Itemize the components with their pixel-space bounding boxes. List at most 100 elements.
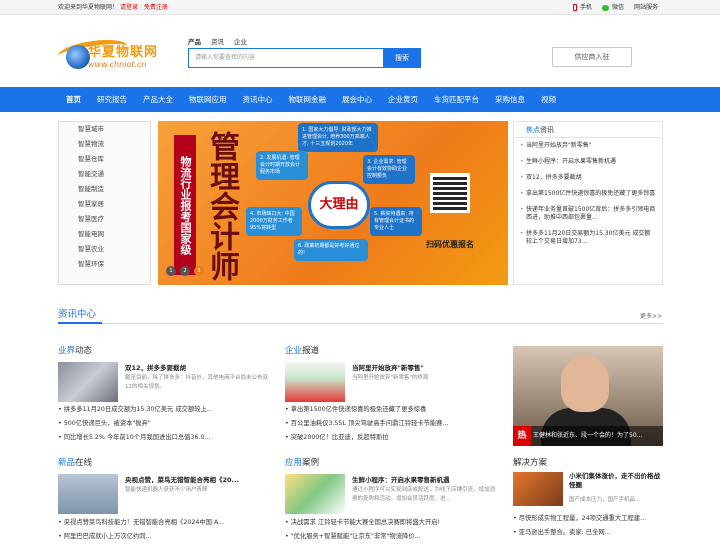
list-item[interactable]: • 500亿快递巨头，被资本"抛弃" [58, 417, 273, 431]
phone-link[interactable]: 手机 [572, 0, 592, 15]
login-link[interactable]: 请登录 [120, 4, 138, 11]
newproduct-summary: 智能快递机器人获获不少用户青睐 [125, 487, 208, 493]
focus-news-item[interactable]: 生鲜小程序：开启水果零售新机遇 [520, 158, 656, 166]
banner-center-badge: 大理由 [308, 181, 370, 229]
list-item[interactable]: • 拼多多11月20日成交额为15.30亿美元 成交额较上... [58, 403, 273, 417]
logo-text-en: www.chniot.cn [88, 60, 147, 69]
enterprise-title-highlight: 企业 [285, 346, 303, 356]
industry-thumbnail[interactable] [58, 362, 118, 402]
sidebar-item-smart-medical[interactable]: 智慧医疗 [59, 212, 150, 227]
banner-pagination: 1 2 3 [166, 266, 204, 276]
sidebar-item-smart-grid[interactable]: 智能电网 [59, 227, 150, 242]
focus-news-item[interactable]: 双12，拼多多要截胡 [520, 174, 656, 182]
feature-photo-face [561, 356, 609, 412]
wechat-icon [601, 4, 609, 11]
newproduct-title-highlight: 新品 [58, 458, 76, 468]
banner-headline: 管理会计师 [204, 131, 239, 281]
register-link[interactable]: 免费注册 [144, 4, 168, 11]
welcome-area: 欢迎来到华夏物联网！ 请登录 | 免费注册 [58, 4, 168, 11]
industry-headline[interactable]: 双12，拼多多要截胡 [125, 362, 273, 372]
solutions-block: 解决方案 小米们集体涨价，走不出价格战怪圈 国产成本压力，国产手机品... • … [513, 456, 663, 540]
sidebar-item-smart-environment[interactable]: 智慧环保 [59, 257, 150, 272]
nav-finance[interactable]: 物联网金融 [281, 87, 335, 112]
search-tab-companies[interactable]: 企业 [234, 36, 247, 46]
industry-title-highlight: 业界 [58, 346, 76, 356]
list-item[interactable]: • 同比增长5.2% 今年前10个月我国进出口总值36.0... [58, 431, 273, 445]
industry-title-rest: 动态 [75, 346, 93, 356]
enterprise-title: 企业报道 [285, 344, 500, 356]
list-item[interactable]: • 尽快形成实物工程量，24项交通重大工程建... [513, 512, 663, 526]
search-input[interactable]: 请输入你要查找的内容 [188, 48, 384, 68]
industry-news-block: 业界动态 双12，拼多多要截胡 截至目前，除了拼多多：抖音外，其他电商平台尚未公… [58, 344, 273, 444]
banner-dot-3[interactable]: 3 [194, 266, 204, 276]
nav-home[interactable]: 首页 [58, 87, 89, 112]
list-item[interactable]: • 亚马逊出手整合。卖家: 已全网... [513, 526, 663, 540]
sidebar-item-smart-traffic[interactable]: 智能交通 [59, 167, 150, 182]
search-tab-products[interactable]: 产品 [188, 36, 201, 46]
banner-dot-2[interactable]: 2 [180, 266, 190, 276]
new-products-block: 新品在线 央视点赞，菜鸟无错智能合亮相《20... 智能快递机器人获获不少用户青… [58, 456, 273, 540]
enterprise-title-rest: 报道 [302, 346, 320, 356]
nav-video[interactable]: 视频 [533, 87, 564, 112]
news-more-link[interactable]: 更多>> [640, 311, 662, 320]
promo-banner[interactable]: 物流行业报考国家级 管理会计师 1. 国家大力倡导: 财政部大力推进管理会计, … [158, 121, 508, 285]
nav-research[interactable]: 研究报告 [89, 87, 135, 112]
newproduct-headline[interactable]: 央视点赞，菜鸟无错智能合亮相《20... [125, 474, 273, 484]
newproduct-title: 新品在线 [58, 456, 273, 468]
feature-photo[interactable]: 王健林和张近东、段一个会的！为了50... 热 [513, 346, 663, 446]
list-item[interactable]: • 决战需求 江铃轻卡节能大赛全国总决赛即将盛大开启! [285, 516, 500, 530]
list-item[interactable]: • "优化服务+智慧赋能"让京东"非常"物流降价... [285, 530, 500, 544]
enterprise-news-block: 企业报道 当阿里开始放弃"新零售" 当阿里开始放弃"新零售"的终局 • 拿出第1… [285, 344, 500, 444]
newproduct-thumbnail[interactable] [58, 474, 118, 514]
list-item[interactable]: • 央视点赞菜鸟科技能力！无错智能合亮相《2024中国·A... [58, 516, 273, 530]
nav-yellowpages[interactable]: 企业黄页 [380, 87, 426, 112]
banner-reason-1: 1. 国家大力倡导: 财政部大力推进管理会计, 培养300万高端人才; 十三五规… [298, 123, 378, 152]
main-nav: 首页 研究报告 产品大全 物联网应用 资讯中心 物联网金融 展会中心 企业黄页 … [0, 87, 720, 112]
nav-purchase[interactable]: 采购信息 [487, 87, 533, 112]
focus-title-rest: 资讯 [540, 126, 554, 134]
sidebar-item-smart-agriculture[interactable]: 智慧农业 [59, 242, 150, 257]
sidebar-item-smart-city[interactable]: 智慧城市 [59, 122, 150, 137]
application-thumbnail[interactable] [285, 474, 345, 514]
focus-news-item[interactable]: 拼多多11月20日交易额为15.30亿美元 成交额较上个交易日增加73... [520, 230, 656, 246]
banner-tag: 物流行业报考国家级 [174, 135, 196, 275]
phone-label: 手机 [579, 4, 592, 11]
supplier-join-button[interactable]: 供应商入驻 [552, 47, 632, 67]
sidebar-item-smart-logistics[interactable]: 智慧物流 [59, 137, 150, 152]
solution-headline[interactable]: 小米们集体涨价，走不出价格战怪圈 [569, 472, 663, 490]
top-bar: 欢迎来到华夏物联网！ 请登录 | 免费注册 手机 微信 网站服务 [0, 0, 720, 15]
application-title-highlight: 应用 [285, 458, 303, 468]
nav-iot-apps[interactable]: 物联网应用 [181, 87, 235, 112]
focus-news-panel: 焦点资讯 当阿里开始放弃"新零售" 生鲜小程序：开启水果零售新机遇 双12，拼多… [513, 121, 663, 285]
focus-news-item[interactable]: 拿出第1500亿件快递惊喜的极免还藏了更多惊喜 [520, 190, 656, 198]
enterprise-thumbnail[interactable] [285, 362, 345, 402]
site-logo[interactable]: 华夏物联网 www.chniot.cn [56, 35, 159, 77]
solution-thumbnail[interactable] [513, 472, 563, 506]
enterprise-headline[interactable]: 当阿里开始放弃"新零售" [352, 362, 500, 372]
sidebar-item-smart-warehouse[interactable]: 智慧仓库 [59, 152, 150, 167]
wechat-link[interactable]: 微信 [601, 0, 624, 15]
focus-news-item[interactable]: 当阿里开始放弃"新零售" [520, 142, 656, 150]
list-item[interactable]: • 拿出第1500亿件快递惊喜的极免还藏了更多惊喜 [285, 403, 500, 417]
services-menu[interactable]: 网站服务 [634, 0, 658, 15]
application-headline[interactable]: 生鲜小程序：开启水果零售新机遇 [352, 474, 500, 484]
logo-text-cn: 华夏物联网 [88, 45, 159, 60]
sidebar-item-smart-manufacturing[interactable]: 智能制造 [59, 182, 150, 197]
sidebar-item-smart-home[interactable]: 智慧家居 [59, 197, 150, 212]
banner-dot-1[interactable]: 1 [166, 266, 176, 276]
search-button[interactable]: 搜索 [383, 48, 421, 68]
list-item[interactable]: • 阿里巴巴成就小上万次亿约同... [58, 530, 273, 544]
nav-products[interactable]: 产品大全 [135, 87, 181, 112]
feature-caption: 王健林和张近东、段一个会的！为了50... [513, 426, 663, 446]
list-item[interactable]: • 百公里油耗仅3.55L 顶尖驾驶高手问鼎江铃轻卡节能赛... [285, 417, 500, 431]
search-tab-news[interactable]: 资讯 [211, 36, 224, 46]
industry-title: 业界动态 [58, 344, 273, 356]
nav-freight[interactable]: 车货匹配平台 [426, 87, 487, 112]
banner-reason-5: 5. 薪资待遇高: 持有管理会计证书的专业人士 [370, 207, 422, 236]
list-item[interactable]: • 突破2000亿！比亚迪，反超特斯拉 [285, 431, 500, 445]
qr-code-icon [430, 173, 470, 213]
focus-news-item[interactable]: 快递年业务量首破1500亿背后：拼多多引领电商西进，助推中西部包裹量... [520, 206, 656, 222]
nav-news[interactable]: 资讯中心 [235, 87, 281, 112]
nav-expo[interactable]: 展会中心 [334, 87, 380, 112]
focus-title-highlight: 焦点 [526, 126, 540, 134]
